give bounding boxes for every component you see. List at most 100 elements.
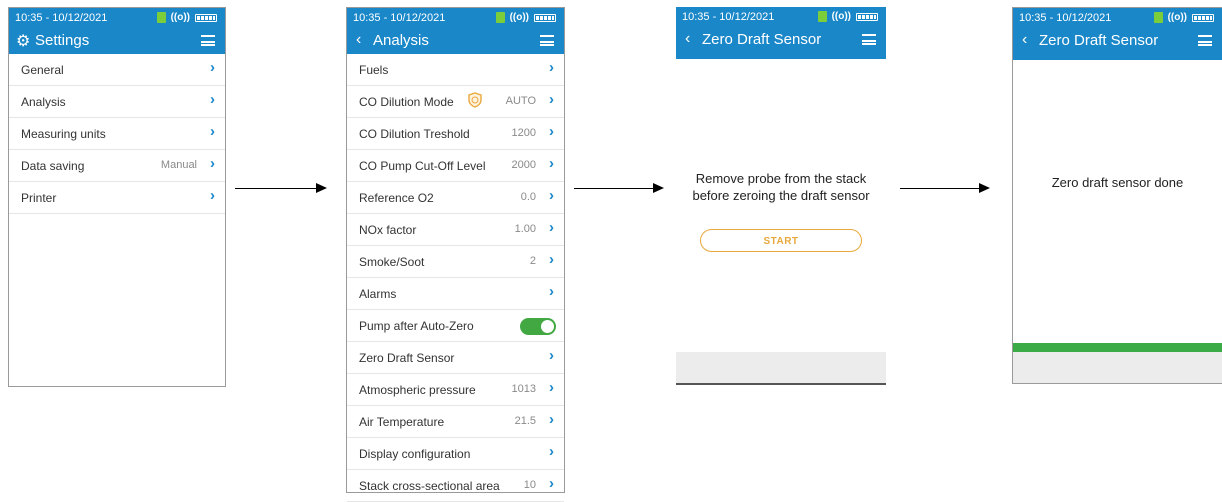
list-item[interactable]: Atmospheric pressure 1013 › xyxy=(347,374,564,406)
status-bar: 10:35 - 10/12/2021 ((o)) xyxy=(9,8,225,28)
list-item[interactable]: General › xyxy=(9,54,225,86)
list-item[interactable]: Display configuration › xyxy=(347,438,564,470)
flow-arrow xyxy=(574,183,664,193)
list-item-label: Data saving xyxy=(21,159,85,173)
flow-arrow xyxy=(900,183,990,193)
chevron-right-icon[interactable]: › xyxy=(549,155,554,172)
done-message: Zero draft sensor done xyxy=(1051,175,1184,190)
zero-draft-done-screen: 10:35 - 10/12/2021 ((o)) ‹ Zero Draft Se… xyxy=(1012,7,1222,384)
list-item[interactable]: CO Dilution Mode AUTO › xyxy=(347,86,564,118)
list-item-value: 21.5 xyxy=(514,415,536,427)
list-item-label: Stack cross-sectional area xyxy=(359,479,500,493)
sd-card-icon xyxy=(1153,12,1163,23)
settings-list: General › Analysis › Measuring units › Data sa… xyxy=(9,54,225,214)
flow-arrow xyxy=(235,183,327,193)
analysis-header: ‹ Analysis xyxy=(347,28,564,54)
status-bar: 10:35 - 10/12/2021 ((o)) xyxy=(676,7,886,27)
chevron-right-icon[interactable]: › xyxy=(210,155,215,172)
list-item-label: Analysis xyxy=(21,95,66,109)
list-item[interactable]: Analysis › xyxy=(9,86,225,118)
zero-draft-screen: 10:35 - 10/12/2021 ((o)) ‹ Zero Draft Se… xyxy=(676,7,886,385)
chevron-right-icon[interactable]: › xyxy=(549,443,554,460)
footer-bar xyxy=(1013,352,1222,383)
battery-icon xyxy=(1192,13,1214,22)
list-item-label: CO Pump Cut-Off Level xyxy=(359,159,486,173)
list-item-value: 1200 xyxy=(511,127,536,139)
chevron-right-icon[interactable]: › xyxy=(549,123,554,140)
hamburger-menu-icon[interactable] xyxy=(862,34,876,45)
instruction-line-1: Remove probe from the stack xyxy=(695,171,867,186)
start-button[interactable]: START xyxy=(700,229,862,252)
list-item-label: CO Dilution Treshold xyxy=(359,127,470,141)
chevron-left-icon[interactable]: ‹ xyxy=(1022,31,1027,49)
chevron-right-icon[interactable]: › xyxy=(549,379,554,396)
list-item[interactable]: Pump after Auto-Zero xyxy=(347,310,564,342)
list-item-value: 2 xyxy=(529,255,536,267)
hamburger-menu-icon[interactable] xyxy=(540,35,554,46)
instruction-message: Remove probe from the stack before zeroi… xyxy=(676,170,886,204)
list-item-label: General xyxy=(21,63,64,77)
list-item[interactable]: CO Dilution Treshold 1200 › xyxy=(347,118,564,150)
list-item[interactable]: Stack cross-sectional area 10 › xyxy=(347,470,564,502)
list-item[interactable]: Printer › xyxy=(9,182,225,214)
list-item-value: 1.00 xyxy=(514,223,536,235)
chevron-right-icon[interactable]: › xyxy=(549,411,554,428)
radio-signal-icon: ((o)) xyxy=(509,12,529,23)
list-item[interactable]: Air Temperature 21.5 › xyxy=(347,406,564,438)
hamburger-menu-icon[interactable] xyxy=(201,35,215,46)
list-item[interactable]: Fuels › xyxy=(347,54,564,86)
zero-draft-header: ‹ Zero Draft Sensor xyxy=(676,27,886,59)
pump-after-autozero-toggle[interactable] xyxy=(520,318,556,335)
analysis-list: Fuels › CO Dilution Mode AUTO › CO Dilution T… xyxy=(347,54,564,502)
chevron-left-icon[interactable]: ‹ xyxy=(685,30,690,48)
list-item-label: Atmospheric pressure xyxy=(359,383,476,397)
sd-card-icon xyxy=(817,11,827,22)
sd-card-icon xyxy=(156,12,166,23)
list-item[interactable]: NOx factor 1.00 › xyxy=(347,214,564,246)
list-item-label: NOx factor xyxy=(359,223,417,237)
list-item-value: AUTO xyxy=(505,95,536,107)
battery-icon xyxy=(534,13,556,22)
status-time: 10:35 - 10/12/2021 xyxy=(1019,12,1112,24)
hamburger-menu-icon[interactable] xyxy=(1198,35,1212,46)
page-title: Zero Draft Sensor xyxy=(1039,32,1159,49)
list-item-label: Fuels xyxy=(359,63,389,77)
chevron-right-icon[interactable]: › xyxy=(549,283,554,300)
status-time: 10:35 - 10/12/2021 xyxy=(353,12,446,24)
list-item[interactable]: Reference O2 0.0 › xyxy=(347,182,564,214)
list-item[interactable]: Zero Draft Sensor › xyxy=(347,342,564,374)
chevron-right-icon[interactable]: › xyxy=(549,347,554,364)
footer-bar xyxy=(676,352,886,383)
list-item[interactable]: Data saving Manual › xyxy=(9,150,225,182)
chevron-right-icon[interactable]: › xyxy=(210,91,215,108)
chevron-right-icon[interactable]: › xyxy=(549,219,554,236)
chevron-right-icon[interactable]: › xyxy=(210,59,215,76)
list-item[interactable]: CO Pump Cut-Off Level 2000 › xyxy=(347,150,564,182)
chevron-right-icon[interactable]: › xyxy=(210,187,215,204)
list-item[interactable]: Alarms › xyxy=(347,278,564,310)
chevron-right-icon[interactable]: › xyxy=(549,91,554,108)
list-item-label: Air Temperature xyxy=(359,415,445,429)
status-bar: 10:35 - 10/12/2021 ((o)) xyxy=(347,8,564,28)
arrow-head-icon xyxy=(979,183,990,193)
chevron-right-icon[interactable]: › xyxy=(210,123,215,140)
chevron-left-icon[interactable]: ‹ xyxy=(356,31,361,49)
arrow-head-icon xyxy=(653,183,664,193)
list-item[interactable]: Measuring units › xyxy=(9,118,225,150)
chevron-right-icon[interactable]: › xyxy=(549,187,554,204)
list-item-label: Alarms xyxy=(359,287,397,301)
instruction-line-2: before zeroing the draft sensor xyxy=(692,188,870,203)
page-title: Analysis xyxy=(373,32,429,49)
battery-icon xyxy=(856,12,878,21)
chevron-right-icon[interactable]: › xyxy=(549,475,554,492)
list-item-value: 1013 xyxy=(511,383,536,395)
settings-screen: 10:35 - 10/12/2021 ((o)) ⚙ Settings Gene… xyxy=(8,7,226,387)
list-item-label: CO Dilution Mode xyxy=(359,95,454,109)
radio-signal-icon: ((o)) xyxy=(1167,12,1187,23)
list-item[interactable]: Smoke/Soot 2 › xyxy=(347,246,564,278)
chevron-right-icon[interactable]: › xyxy=(549,59,554,76)
radio-signal-icon: ((o)) xyxy=(170,12,190,23)
list-item-value: 10 xyxy=(523,479,536,491)
chevron-right-icon[interactable]: › xyxy=(549,251,554,268)
battery-icon xyxy=(195,13,217,22)
